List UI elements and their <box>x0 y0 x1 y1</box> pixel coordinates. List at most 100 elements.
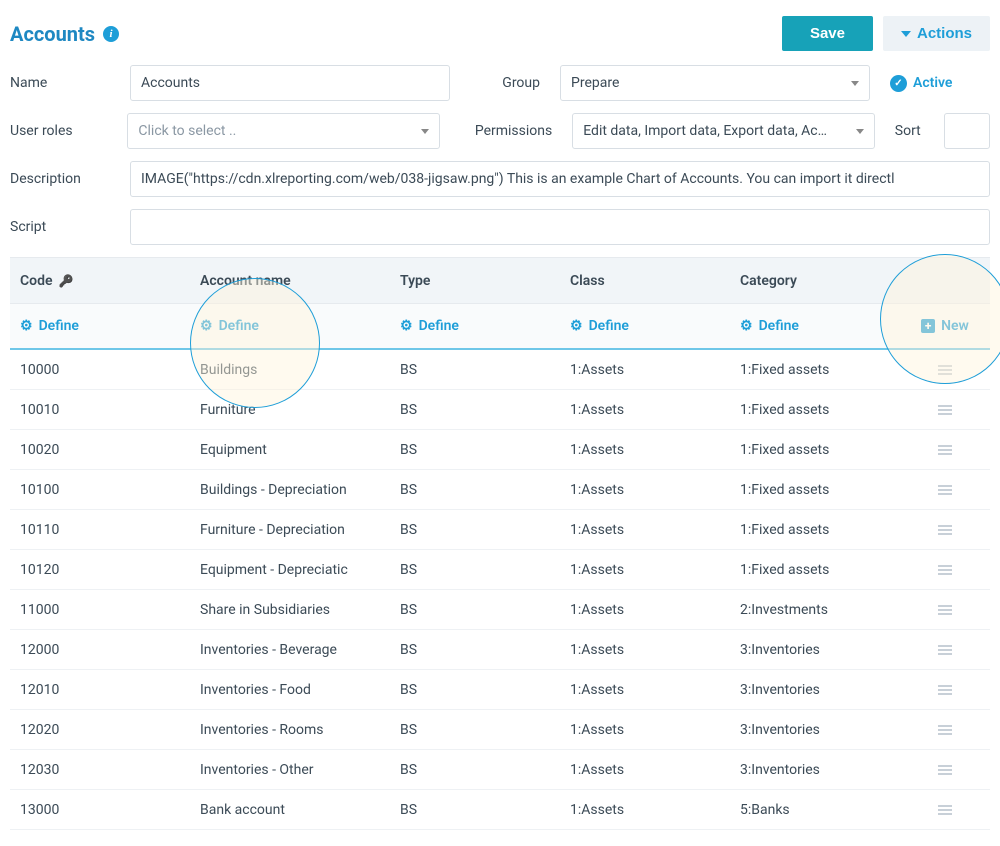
chevron-down-icon <box>856 129 864 134</box>
cell-class: 1:Assets <box>560 722 730 738</box>
accounts-table: Code Account name Type Class Category De… <box>10 257 990 830</box>
cell-class: 1:Assets <box>560 482 730 498</box>
cell-type: BS <box>390 682 560 698</box>
script-label: Script <box>10 219 110 235</box>
key-icon <box>59 273 74 289</box>
cell-name: Furniture - Depreciation <box>190 522 390 538</box>
gear-icon <box>200 318 213 334</box>
th-name[interactable]: Account name <box>190 273 390 289</box>
cell-class: 1:Assets <box>560 562 730 578</box>
sort-input[interactable] <box>944 113 990 149</box>
th-type[interactable]: Type <box>390 273 560 289</box>
menu-icon[interactable] <box>910 805 980 815</box>
cell-name: Buildings <box>190 362 390 378</box>
table-row[interactable]: 10010FurnitureBS1:Assets1:Fixed assets <box>10 390 990 430</box>
menu-icon[interactable] <box>910 725 980 735</box>
cell-category: 1:Fixed assets <box>730 562 900 578</box>
cell-name: Share in Subsidiaries <box>190 602 390 618</box>
cell-code: 12010 <box>10 682 190 698</box>
script-input[interactable] <box>130 209 990 245</box>
actions-dropdown[interactable]: Actions <box>883 16 990 51</box>
cell-type: BS <box>390 602 560 618</box>
menu-icon[interactable] <box>910 645 980 655</box>
cell-name: Inventories - Other <box>190 762 390 778</box>
chevron-down-icon <box>421 129 429 134</box>
table-row[interactable]: 10020EquipmentBS1:Assets1:Fixed assets <box>10 430 990 470</box>
table-row[interactable]: 12010Inventories - FoodBS1:Assets3:Inven… <box>10 670 990 710</box>
table-row[interactable]: 10000BuildingsBS1:Assets1:Fixed assets <box>10 350 990 390</box>
perm-select[interactable]: Edit data, Import data, Export data, Ac… <box>572 113 875 149</box>
save-button[interactable]: Save <box>782 16 873 51</box>
define-category-button[interactable]: Define <box>740 318 890 334</box>
menu-icon[interactable] <box>910 365 980 375</box>
cell-name: Equipment <box>190 442 390 458</box>
desc-input[interactable] <box>130 161 990 197</box>
cell-class: 1:Assets <box>560 522 730 538</box>
menu-icon[interactable] <box>910 685 980 695</box>
cell-code: 10120 <box>10 562 190 578</box>
gear-icon <box>20 318 33 334</box>
table-row[interactable]: 10110Furniture - DepreciationBS1:Assets1… <box>10 510 990 550</box>
cell-class: 1:Assets <box>560 362 730 378</box>
define-code-button[interactable]: Define <box>20 318 180 334</box>
new-button[interactable]: +New <box>910 318 980 334</box>
cell-category: 3:Inventories <box>730 682 900 698</box>
menu-icon[interactable] <box>910 485 980 495</box>
group-select[interactable]: Prepare <box>560 65 870 101</box>
table-row[interactable]: 10100Buildings - DepreciationBS1:Assets1… <box>10 470 990 510</box>
table-row[interactable]: 12030Inventories - OtherBS1:Assets3:Inve… <box>10 750 990 790</box>
menu-icon[interactable] <box>910 405 980 415</box>
define-name-button[interactable]: Define <box>200 318 380 334</box>
table-row[interactable]: 12020Inventories - RoomsBS1:Assets3:Inve… <box>10 710 990 750</box>
define-class-button[interactable]: Define <box>570 318 720 334</box>
table-header-row: Code Account name Type Class Category <box>10 258 990 304</box>
menu-icon[interactable] <box>910 565 980 575</box>
menu-icon[interactable] <box>910 445 980 455</box>
name-input[interactable] <box>130 65 450 101</box>
menu-icon[interactable] <box>910 765 980 775</box>
table-row[interactable]: 12000Inventories - BeverageBS1:Assets3:I… <box>10 630 990 670</box>
cell-code: 10110 <box>10 522 190 538</box>
cell-type: BS <box>390 402 560 418</box>
cell-category: 3:Inventories <box>730 642 900 658</box>
gear-icon <box>400 318 413 334</box>
th-code[interactable]: Code <box>10 273 190 289</box>
cell-type: BS <box>390 562 560 578</box>
perm-label: Permissions <box>460 123 553 139</box>
menu-icon[interactable] <box>910 605 980 615</box>
cell-type: BS <box>390 362 560 378</box>
cell-code: 10020 <box>10 442 190 458</box>
table-row[interactable]: 11000Share in SubsidiariesBS1:Assets2:In… <box>10 590 990 630</box>
sort-label: Sort <box>895 123 924 139</box>
actions-label: Actions <box>917 25 972 42</box>
page-title: Accounts <box>10 22 95 46</box>
perm-value: Edit data, Import data, Export data, Ac… <box>583 123 827 139</box>
cell-class: 1:Assets <box>560 602 730 618</box>
table-row[interactable]: 10120Equipment - DepreciaticBS1:Assets1:… <box>10 550 990 590</box>
info-icon[interactable]: i <box>103 26 119 42</box>
cell-code: 12000 <box>10 642 190 658</box>
cell-name: Furniture <box>190 402 390 418</box>
group-value: Prepare <box>571 75 619 91</box>
th-class[interactable]: Class <box>560 273 730 289</box>
cell-class: 1:Assets <box>560 762 730 778</box>
define-type-button[interactable]: Define <box>400 318 550 334</box>
cell-category: 1:Fixed assets <box>730 482 900 498</box>
cell-name: Equipment - Depreciatic <box>190 562 390 578</box>
cell-code: 11000 <box>10 602 190 618</box>
cell-name: Buildings - Depreciation <box>190 482 390 498</box>
menu-icon[interactable] <box>910 525 980 535</box>
table-row[interactable]: 13000Bank accountBS1:Assets5:Banks <box>10 790 990 830</box>
active-toggle[interactable]: ✓ Active <box>890 75 952 92</box>
roles-placeholder: Click to select .. <box>138 123 236 139</box>
name-label: Name <box>10 75 110 91</box>
cell-type: BS <box>390 522 560 538</box>
cell-class: 1:Assets <box>560 682 730 698</box>
cell-type: BS <box>390 762 560 778</box>
cell-name: Inventories - Rooms <box>190 722 390 738</box>
roles-select[interactable]: Click to select .. <box>127 113 439 149</box>
check-icon: ✓ <box>890 75 907 92</box>
th-category[interactable]: Category <box>730 273 900 289</box>
chevron-down-icon <box>901 31 911 37</box>
cell-class: 1:Assets <box>560 442 730 458</box>
